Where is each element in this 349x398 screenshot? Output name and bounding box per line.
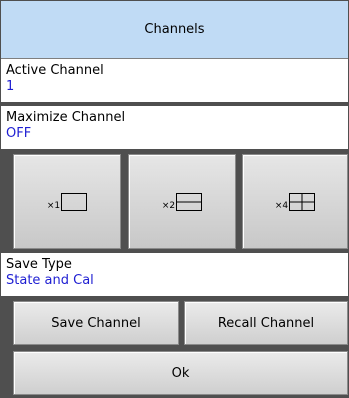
channels-panel: Channels Active Channel 1 Maximize Chann… xyxy=(0,0,349,398)
four-windows-icon: ×4 xyxy=(275,192,316,211)
save-channel-label: Save Channel xyxy=(51,315,141,331)
active-channel-label: Active Channel xyxy=(6,63,104,78)
recall-channel-button[interactable]: Recall Channel xyxy=(184,301,348,345)
layout-x1-button[interactable]: ×1 xyxy=(13,154,121,249)
maximize-channel-field[interactable]: Maximize Channel OFF xyxy=(1,106,348,149)
save-type-value: State and Cal xyxy=(6,273,94,288)
maximize-channel-label: Maximize Channel xyxy=(6,110,126,125)
save-type-label: Save Type xyxy=(6,257,72,272)
ok-button[interactable]: Ok xyxy=(13,351,348,395)
panel-title: Channels xyxy=(1,1,348,59)
panel-title-text: Channels xyxy=(144,22,205,37)
save-channel-button[interactable]: Save Channel xyxy=(13,301,179,345)
active-channel-value: 1 xyxy=(6,79,15,94)
layout-x4-button[interactable]: ×4 xyxy=(242,154,348,249)
save-type-field[interactable]: Save Type State and Cal xyxy=(1,253,348,296)
two-windows-icon: ×2 xyxy=(162,192,203,211)
active-channel-field[interactable]: Active Channel 1 xyxy=(1,59,348,102)
single-window-icon: ×1 xyxy=(47,192,88,211)
ok-label: Ok xyxy=(171,365,190,381)
layout-x2-button[interactable]: ×2 xyxy=(128,154,236,249)
maximize-channel-value: OFF xyxy=(6,126,32,141)
recall-channel-label: Recall Channel xyxy=(217,315,315,331)
